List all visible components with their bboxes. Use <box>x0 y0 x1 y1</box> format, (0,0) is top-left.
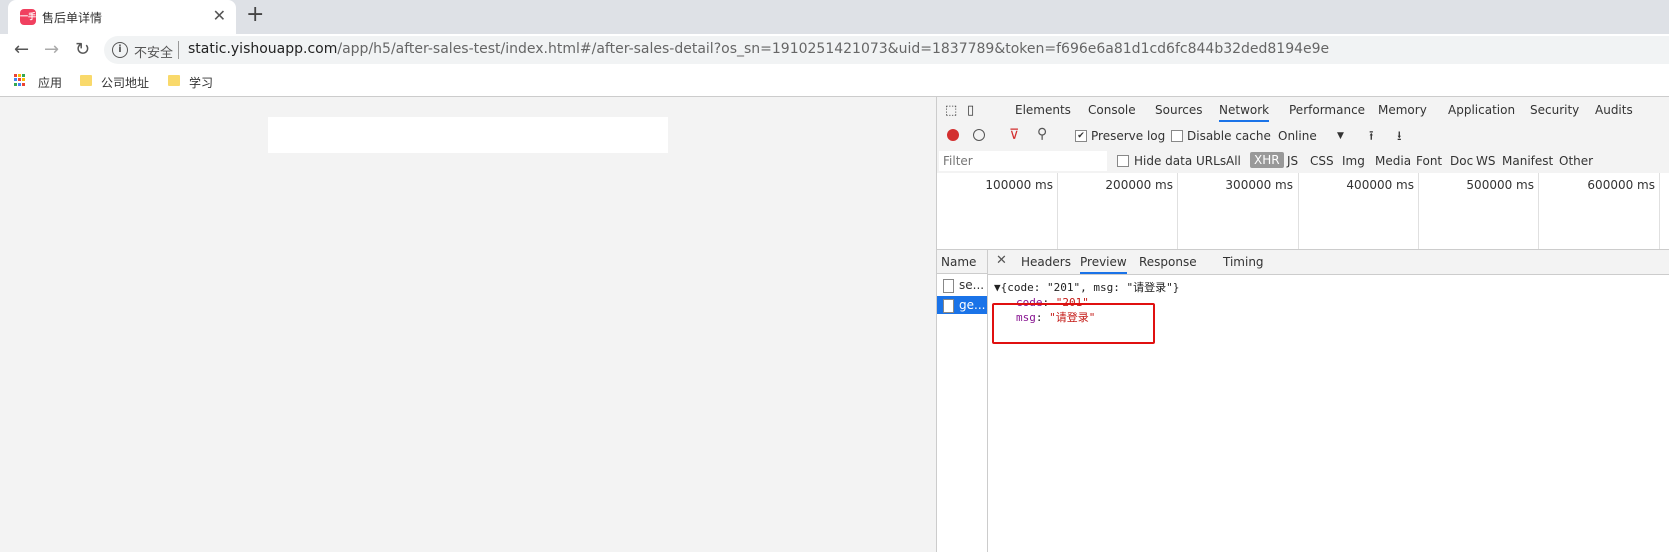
url-host: static.yishouapp.com <box>188 41 338 57</box>
timeline-tick-label: 100000 ms <box>985 178 1053 192</box>
forward-button[interactable]: → <box>44 39 59 60</box>
filter-bar: Hide data URLs All XHR JS CSS Img Media … <box>937 149 1669 174</box>
type-xhr[interactable]: XHR <box>1250 152 1284 168</box>
request-detail: ✕ Headers Preview Response Timing ▼{code… <box>988 250 1669 552</box>
type-css[interactable]: CSS <box>1310 154 1334 168</box>
device-toolbar-icon[interactable]: ▯ <box>967 103 974 118</box>
tab-strip: 一手 售后单详情 ✕ + <box>0 0 1669 34</box>
hide-data-urls-checkbox[interactable] <box>1117 155 1129 167</box>
json-summary[interactable]: ▼{code: "201", msg: "请登录"} <box>994 280 1179 295</box>
timeline-gridline <box>1418 173 1419 249</box>
security-label[interactable]: 不安全 <box>134 42 173 61</box>
timeline-gridline <box>1057 173 1058 249</box>
tab-memory[interactable]: Memory <box>1378 103 1427 117</box>
tab-security[interactable]: Security <box>1530 103 1579 117</box>
bookmark-study[interactable]: 学习 <box>189 74 213 91</box>
url-text[interactable]: static.yishouapp.com/app/h5/after-sales-… <box>188 41 1329 57</box>
timeline-tick-label: 400000 ms <box>1346 178 1414 192</box>
preserve-log-label: Preserve log <box>1091 129 1166 143</box>
devtools-tabs: ⬚ ▯ Elements Console Sources Network Per… <box>937 97 1669 124</box>
type-all[interactable]: All <box>1226 154 1241 168</box>
record-button[interactable] <box>947 129 959 141</box>
bookmark-company-address[interactable]: 公司地址 <box>101 74 149 91</box>
new-tab-button[interactable]: + <box>246 2 264 27</box>
timeline-gridline <box>1659 173 1660 249</box>
request-name: se... <box>959 278 985 292</box>
search-icon[interactable]: ⚲ <box>1037 126 1047 142</box>
type-ws[interactable]: WS <box>1476 154 1495 168</box>
favicon-icon: 一手 <box>20 9 36 25</box>
timeline-tick-label: 300000 ms <box>1225 178 1293 192</box>
bookmark-apps[interactable]: 应用 <box>38 74 62 91</box>
address-bar[interactable]: i 不安全 static.yishouapp.com/app/h5/after-… <box>104 36 1669 64</box>
throttle-select[interactable]: Online <box>1278 129 1317 143</box>
tab-headers[interactable]: Headers <box>1021 255 1071 269</box>
name-column-header[interactable]: Name <box>937 250 987 274</box>
requests-area: Name se... ge... ✕ Headers Preview Respo… <box>937 250 1669 552</box>
tab-preview[interactable]: Preview <box>1080 255 1127 274</box>
tab-audits[interactable]: Audits <box>1595 103 1633 117</box>
disable-cache-label: Disable cache <box>1187 129 1271 143</box>
type-manifest[interactable]: Manifest <box>1502 154 1553 168</box>
request-row-selected[interactable]: ge... <box>937 296 987 314</box>
back-button[interactable]: ← <box>14 39 29 60</box>
tab-console[interactable]: Console <box>1088 103 1136 117</box>
timeline-gridline <box>1177 173 1178 249</box>
inspect-icon[interactable]: ⬚ <box>945 103 957 118</box>
timeline-gridline <box>1538 173 1539 249</box>
timeline-gridline <box>1298 173 1299 249</box>
request-row[interactable]: se... <box>937 276 987 294</box>
network-toolbar: ⊽ ⚲ ✔ Preserve log Disable cache Online … <box>937 123 1669 150</box>
page-header-card <box>268 117 668 153</box>
import-icon[interactable]: ⭱ <box>1369 127 1374 149</box>
info-icon[interactable]: i <box>112 42 128 58</box>
url-path: /app/h5/after-sales-test/index.html#/aft… <box>337 41 1330 57</box>
network-timeline: 100000 ms 200000 ms 300000 ms 400000 ms … <box>937 173 1669 250</box>
chevron-down-icon[interactable]: ▼ <box>1337 131 1344 141</box>
type-doc[interactable]: Doc <box>1450 154 1473 168</box>
hide-data-urls-label: Hide data URLs <box>1134 154 1227 168</box>
request-name: ge... <box>959 298 986 312</box>
type-img[interactable]: Img <box>1342 154 1365 168</box>
divider <box>178 41 179 59</box>
browser-toolbar: ← → ↻ i 不安全 static.yishouapp.com/app/h5/… <box>0 34 1669 66</box>
tab-application[interactable]: Application <box>1448 103 1515 117</box>
apps-icon[interactable] <box>14 74 26 86</box>
request-list: Name se... ge... <box>937 250 988 552</box>
browser-tab[interactable]: 一手 售后单详情 ✕ <box>8 0 236 34</box>
filter-icon[interactable]: ⊽ <box>1009 127 1019 143</box>
close-icon[interactable]: ✕ <box>996 253 1007 268</box>
page-viewport <box>0 97 937 552</box>
type-font[interactable]: Font <box>1416 154 1442 168</box>
tab-network[interactable]: Network <box>1219 103 1270 122</box>
reload-button[interactable]: ↻ <box>75 39 90 60</box>
tab-response[interactable]: Response <box>1139 255 1197 269</box>
document-icon <box>943 279 954 293</box>
tab-sources[interactable]: Sources <box>1155 103 1202 117</box>
tab-performance[interactable]: Performance <box>1289 103 1365 117</box>
folder-icon <box>168 75 180 86</box>
close-icon[interactable]: ✕ <box>213 6 226 25</box>
timeline-tick-label: 500000 ms <box>1466 178 1534 192</box>
highlight-box <box>992 303 1155 344</box>
tab-timing[interactable]: Timing <box>1223 255 1264 269</box>
tab-title: 售后单详情 <box>42 11 103 25</box>
filter-input[interactable] <box>939 151 1107 171</box>
bookmarks-bar: 应用 公司地址 学习 <box>0 66 1669 97</box>
type-js[interactable]: JS <box>1287 154 1298 168</box>
detail-tabs: ✕ Headers Preview Response Timing <box>988 250 1669 275</box>
clear-icon[interactable] <box>973 129 985 141</box>
export-icon[interactable]: ⭳ <box>1397 127 1402 149</box>
type-other[interactable]: Other <box>1559 154 1593 168</box>
timeline-tick-label: 200000 ms <box>1105 178 1173 192</box>
document-icon <box>943 299 954 313</box>
folder-icon <box>80 75 92 86</box>
tab-elements[interactable]: Elements <box>1015 103 1071 117</box>
preserve-log-checkbox[interactable]: ✔ <box>1075 130 1087 142</box>
timeline-tick-label: 600000 ms <box>1587 178 1655 192</box>
disable-cache-checkbox[interactable] <box>1171 130 1183 142</box>
type-media[interactable]: Media <box>1375 154 1411 168</box>
